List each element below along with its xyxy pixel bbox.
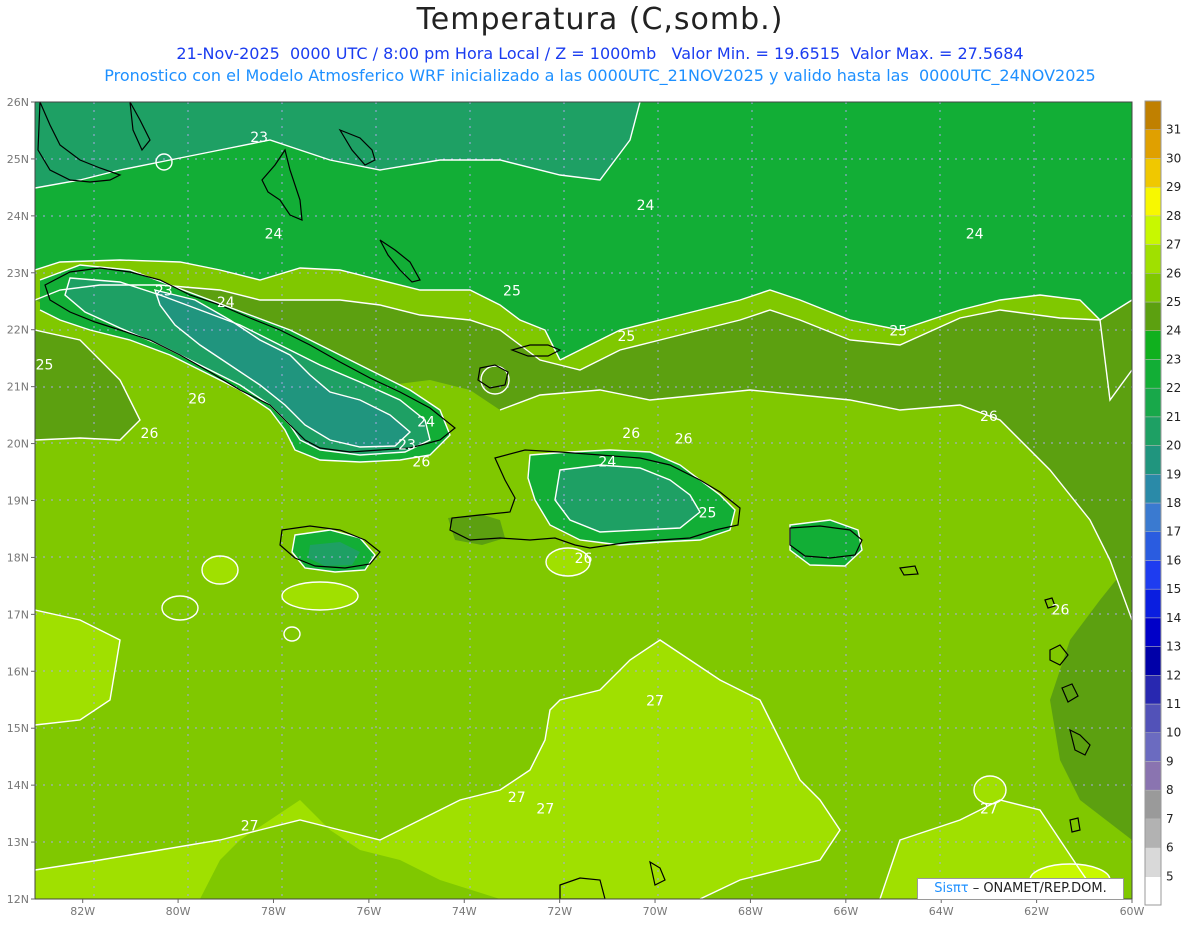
color-scale-label: 13 <box>1166 640 1181 654</box>
color-scale-label: 12 <box>1166 668 1181 682</box>
color-scale-label: 25 <box>1166 295 1181 309</box>
color-scale-label: 24 <box>1166 324 1181 338</box>
color-scale-box <box>1144 387 1162 418</box>
credit-box: Sisπτ – ONAMET/REP.DOM. <box>917 878 1124 900</box>
color-scale-box <box>1144 847 1162 877</box>
color-scale-label: 10 <box>1166 726 1181 740</box>
color-scale-box <box>1144 301 1162 331</box>
color-scale-label: 28 <box>1166 209 1181 223</box>
color-scale-box <box>1144 675 1162 705</box>
color-scale-label: 18 <box>1166 496 1181 510</box>
color-scale-box <box>1144 186 1162 217</box>
color-scale-label: 15 <box>1166 582 1181 596</box>
color-scale-label: 22 <box>1166 381 1181 395</box>
color-scale-box <box>1144 502 1162 532</box>
color-scale-label: 20 <box>1166 439 1181 453</box>
color-scale-label: 21 <box>1166 410 1181 424</box>
color-scale-label: 14 <box>1166 611 1181 625</box>
color-scale-label: 27 <box>1166 238 1181 252</box>
color-scale-box <box>1144 789 1162 820</box>
color-scale-label: 23 <box>1166 352 1181 366</box>
color-scale-legend: 5 6 7 8 9 10 11 12 13 14 15 16 17 18 19 20 21 22 23 24 25 26 2… <box>1144 100 1181 906</box>
color-scale-box <box>1144 215 1162 245</box>
color-scale-label: 31 <box>1166 123 1181 137</box>
subtitle-date-stats: 21-Nov-2025 0000 UTC / 8:00 pm Hora Loca… <box>176 44 1024 63</box>
color-scale-label: 7 <box>1166 812 1174 826</box>
color-scale-label: 30 <box>1166 151 1181 165</box>
color-scale-label: 6 <box>1166 841 1174 855</box>
color-scale-box <box>1144 100 1162 130</box>
color-scale-box <box>1144 330 1162 360</box>
color-scale-boxes <box>1144 100 1162 906</box>
credit-org: – ONAMET/REP.DOM. <box>968 881 1107 896</box>
color-scale-label: 26 <box>1166 266 1181 280</box>
color-scale-box <box>1144 244 1162 274</box>
color-scale-label: 9 <box>1166 754 1174 768</box>
color-scale-box <box>1144 416 1162 446</box>
color-scale-box <box>1144 560 1162 590</box>
subtitle-forecast-info: Pronostico con el Modelo Atmosferico WRF… <box>104 66 1096 85</box>
color-scale-box <box>1144 617 1162 647</box>
color-scale-label: 19 <box>1166 467 1181 481</box>
color-scale-box <box>1144 818 1162 848</box>
color-scale-box <box>1144 761 1162 791</box>
color-scale-label: 16 <box>1166 553 1181 567</box>
color-scale-box <box>1144 445 1162 475</box>
color-scale-box <box>1144 474 1162 504</box>
color-scale-label: 8 <box>1166 783 1174 797</box>
color-scale-label: 11 <box>1166 697 1181 711</box>
credit-brand: Sisπτ <box>934 881 969 896</box>
color-scale-label: 17 <box>1166 525 1181 539</box>
color-scale-box <box>1144 588 1162 619</box>
color-scale-box <box>1144 646 1162 676</box>
page-title: Temperatura (C,somb.) <box>416 2 784 37</box>
color-scale-box <box>1144 273 1162 303</box>
color-scale-label: 29 <box>1166 180 1181 194</box>
color-scale-label: 5 <box>1166 869 1174 883</box>
color-scale-box <box>1144 531 1162 561</box>
color-scale-box <box>1144 732 1162 762</box>
color-scale-box <box>1144 359 1162 389</box>
color-scale-box <box>1144 129 1162 159</box>
color-scale-box <box>1144 158 1162 188</box>
color-scale-labels: 5 6 7 8 9 10 11 12 13 14 15 16 17 18 19 20 21 22 23 24 25 26 2… <box>1166 123 1181 884</box>
color-scale-box <box>1144 876 1162 906</box>
color-scale-box <box>1144 703 1162 733</box>
